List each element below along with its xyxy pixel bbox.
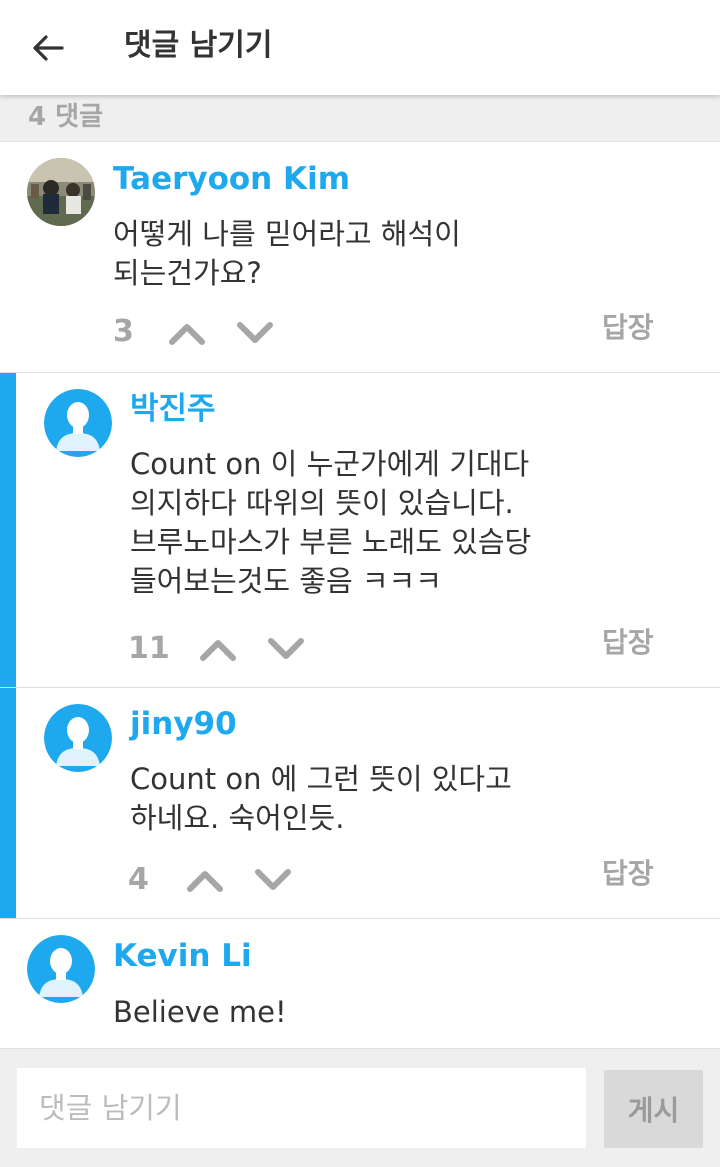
reply-comment-item: 박진주 Count on 이 누군가에게 기대다 의지하다 따위의 뜻이 있습니… [0, 373, 720, 688]
comment-line: Believe me! [113, 995, 287, 1029]
default-user-icon [44, 389, 112, 457]
comment-count: 4 댓글 [28, 102, 103, 132]
avatar[interactable] [44, 389, 112, 457]
post-button[interactable]: 게시 [604, 1070, 703, 1148]
user-photo-icon [27, 158, 95, 226]
reply-button[interactable]: 답장 [602, 854, 654, 894]
reply-button[interactable]: 답장 [602, 308, 654, 348]
reply-button[interactable]: 답장 [602, 623, 654, 663]
comment-author[interactable]: Kevin Li [113, 936, 252, 976]
comment-author[interactable]: 박진주 [130, 389, 216, 429]
comment-line: 의지하다 따위의 뜻이 있습니다. [130, 486, 514, 520]
comment-count-bar: 4 댓글 [0, 95, 720, 142]
top-app-bar: 댓글 남기기 [0, 0, 720, 95]
comment-line: 하네요. 숙어인듯. [130, 801, 345, 835]
vote-count: 11 [128, 631, 170, 666]
arrow-left-icon [33, 35, 64, 61]
upvote-icon[interactable] [198, 635, 238, 663]
avatar[interactable] [27, 158, 95, 226]
upvote-icon[interactable] [185, 866, 225, 894]
comment-input[interactable] [17, 1068, 586, 1148]
reply-comment-item: jiny90 Count on 에 그런 뜻이 있다고 하네요. 숙어인듯. 4… [0, 688, 720, 919]
comment-item: Kevin Li Believe me! [0, 919, 720, 1048]
avatar[interactable] [44, 704, 112, 772]
comment-body: Believe me! [113, 993, 673, 1032]
comment-line: 되는건가요? [113, 256, 262, 290]
comment-line: Count on 이 누군가에게 기대다 [130, 447, 530, 481]
avatar[interactable] [27, 935, 95, 1003]
comment-body: 어떻게 나를 믿어라고 해석이 되는건가요? [113, 215, 673, 293]
downvote-icon[interactable] [235, 319, 275, 347]
downvote-icon[interactable] [266, 635, 306, 663]
reply-indicator-bar [0, 373, 16, 687]
comment-line: 어떻게 나를 믿어라고 해석이 [113, 217, 461, 251]
vote-count: 4 [128, 862, 149, 897]
reply-indicator-bar [0, 688, 16, 918]
default-user-icon [27, 935, 95, 1003]
comment-author[interactable]: Taeryoon Kim [113, 159, 350, 199]
comment-body: Count on 이 누군가에게 기대다 의지하다 따위의 뜻이 있습니다. 브… [130, 445, 690, 601]
default-user-icon [44, 704, 112, 772]
comment-item: Taeryoon Kim 어떻게 나를 믿어라고 해석이 되는건가요? 3 답장 [0, 142, 720, 373]
comment-author[interactable]: jiny90 [130, 704, 237, 744]
upvote-icon[interactable] [167, 319, 207, 347]
comment-line: 들어보는것도 좋음 ㅋㅋㅋ [130, 564, 442, 598]
comment-line: 브루노마스가 부른 노래도 있슴당 [130, 525, 532, 559]
comment-composer: 게시 [0, 1048, 720, 1167]
comment-body: Count on 에 그런 뜻이 있다고 하네요. 숙어인듯. [130, 760, 690, 838]
comment-line: Count on 에 그런 뜻이 있다고 [130, 762, 512, 796]
downvote-icon[interactable] [253, 866, 293, 894]
vote-count: 3 [113, 314, 134, 349]
back-button[interactable] [22, 26, 74, 70]
page-title: 댓글 남기기 [124, 28, 273, 63]
